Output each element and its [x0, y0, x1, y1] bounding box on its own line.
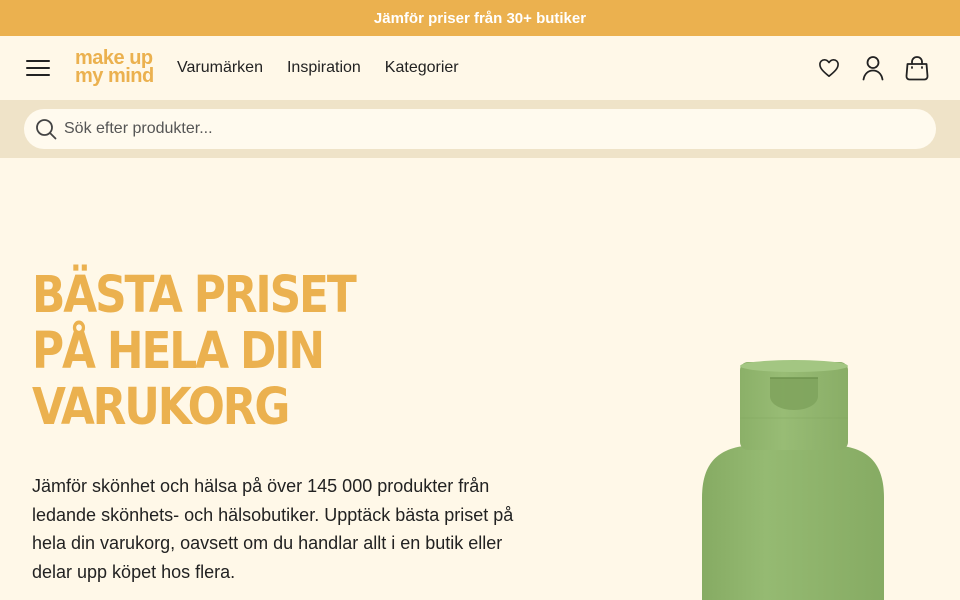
nav-link-inspiration[interactable]: Inspiration [287, 59, 361, 77]
hero-title-line-2: PÅ HELA DIN [32, 322, 325, 381]
search-band [0, 100, 960, 158]
promo-bar: Jämför priser från 30+ butiker [0, 0, 960, 36]
hero-title-line-1: BÄSTA PRISET [32, 266, 357, 325]
user-icon[interactable] [860, 54, 886, 82]
search-icon[interactable] [35, 118, 57, 140]
menu-icon[interactable] [26, 58, 50, 78]
heart-icon[interactable] [816, 54, 842, 82]
hero-title: BÄSTA PRISET PÅ HELA DIN VARUKORG [32, 268, 410, 436]
hero-title-line-3: VARUKORG [32, 378, 290, 437]
header-actions [816, 54, 930, 82]
search-box [24, 109, 936, 149]
hero-description: Jämför skönhet och hälsa på över 145 000… [32, 476, 514, 582]
main-nav: Varumärken Inspiration Kategorier [177, 36, 459, 100]
logo-line-2: my mind [75, 65, 154, 87]
nav-link-brands[interactable]: Varumärken [177, 59, 263, 77]
promo-text: Jämför priser från 30+ butiker [373, 9, 587, 27]
site-header: make up my mind Varumärken Inspiration K… [0, 36, 960, 100]
bag-icon[interactable] [904, 54, 930, 82]
site-logo[interactable]: make up my mind [75, 48, 163, 89]
search-input[interactable] [64, 109, 924, 149]
nav-link-categories[interactable]: Kategorier [385, 59, 459, 77]
product-bottle-image [702, 360, 884, 600]
